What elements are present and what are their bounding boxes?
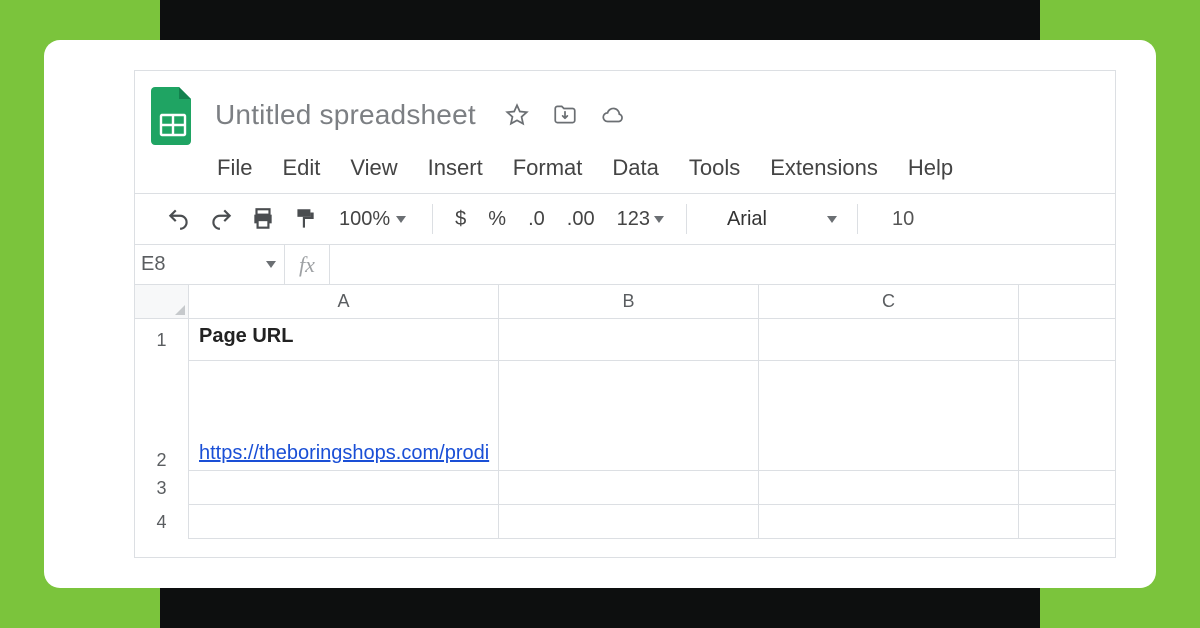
redo-icon[interactable] (207, 205, 235, 233)
more-formats-label: 123 (617, 208, 650, 231)
page-background: Untitled spreadsheet (0, 0, 1200, 628)
spreadsheet-grid: A B C 1 Page URL 2 https://theboringshop… (135, 285, 1115, 539)
table-row: 4 (135, 505, 1115, 539)
separator (686, 204, 687, 234)
zoom-select[interactable]: 100% (339, 208, 406, 231)
cell-a3[interactable] (189, 471, 499, 505)
screenshot-card: Untitled spreadsheet (44, 40, 1156, 588)
document-title[interactable]: Untitled spreadsheet (215, 99, 476, 131)
cell-c4[interactable] (759, 505, 1019, 539)
undo-icon[interactable] (165, 205, 193, 233)
sheets-logo-icon (149, 85, 197, 145)
separator (857, 204, 858, 234)
name-box-value: E8 (141, 253, 165, 276)
paint-format-icon[interactable] (291, 205, 319, 233)
title-bar: Untitled spreadsheet (135, 71, 1115, 145)
table-row: 3 (135, 471, 1115, 505)
table-row: 1 Page URL (135, 319, 1115, 361)
menu-edit[interactable]: Edit (282, 155, 320, 181)
col-header-b[interactable]: B (499, 285, 759, 318)
row-header-3[interactable]: 3 (135, 471, 189, 505)
name-box-row: E8 fx (135, 245, 1115, 285)
menu-format[interactable]: Format (513, 155, 583, 181)
title-action-icons (504, 102, 626, 128)
caret-down-icon (827, 216, 837, 223)
caret-down-icon (266, 261, 276, 268)
menu-help[interactable]: Help (908, 155, 953, 181)
increase-decimal-button[interactable]: .00 (565, 208, 597, 231)
font-size-value[interactable]: 10 (892, 208, 914, 231)
cell-c1[interactable] (759, 319, 1019, 361)
menu-data[interactable]: Data (612, 155, 658, 181)
table-row: 2 https://theboringshops.com/prodi (135, 361, 1115, 471)
cell-b4[interactable] (499, 505, 759, 539)
menu-insert[interactable]: Insert (428, 155, 483, 181)
fx-label: fx (285, 245, 330, 284)
toolbar: 100% $ % .0 .00 123 Arial (135, 193, 1115, 245)
name-box[interactable]: E8 (135, 245, 285, 284)
sheets-app: Untitled spreadsheet (134, 70, 1116, 558)
cell-c3[interactable] (759, 471, 1019, 505)
select-all-corner[interactable] (135, 285, 189, 318)
move-icon[interactable] (552, 102, 578, 128)
star-icon[interactable] (504, 102, 530, 128)
caret-down-icon (654, 216, 664, 223)
menu-tools[interactable]: Tools (689, 155, 740, 181)
col-header-c[interactable]: C (759, 285, 1019, 318)
cell-a4[interactable] (189, 505, 499, 539)
col-header-a[interactable]: A (189, 285, 499, 318)
row-header-2[interactable]: 2 (135, 361, 189, 471)
decrease-decimal-button[interactable]: .0 (526, 208, 547, 231)
caret-down-icon (396, 216, 406, 223)
menu-extensions[interactable]: Extensions (770, 155, 878, 181)
more-formats-button[interactable]: 123 (615, 208, 666, 231)
print-icon[interactable] (249, 205, 277, 233)
cell-a2[interactable]: https://theboringshops.com/prodi (189, 361, 499, 471)
currency-button[interactable]: $ (453, 208, 468, 231)
column-headers: A B C (135, 285, 1115, 319)
cell-a2-link[interactable]: https://theboringshops.com/prodi (199, 442, 489, 465)
font-family-value: Arial (727, 208, 767, 231)
menu-file[interactable]: File (217, 155, 252, 181)
formula-bar[interactable] (330, 245, 1115, 284)
separator (432, 204, 433, 234)
font-family-select[interactable]: Arial (727, 208, 837, 231)
cell-b2[interactable] (499, 361, 759, 471)
percent-button[interactable]: % (486, 208, 508, 231)
cell-b1[interactable] (499, 319, 759, 361)
cell-b3[interactable] (499, 471, 759, 505)
row-header-4[interactable]: 4 (135, 505, 189, 539)
cell-a1[interactable]: Page URL (189, 319, 499, 361)
number-format-group: $ % .0 .00 123 (453, 208, 666, 231)
zoom-value: 100% (339, 208, 390, 231)
cell-c2[interactable] (759, 361, 1019, 471)
menu-view[interactable]: View (350, 155, 397, 181)
cloud-status-icon[interactable] (600, 102, 626, 128)
row-header-1[interactable]: 1 (135, 319, 189, 361)
menu-bar: File Edit View Insert Format Data Tools … (135, 145, 1115, 193)
